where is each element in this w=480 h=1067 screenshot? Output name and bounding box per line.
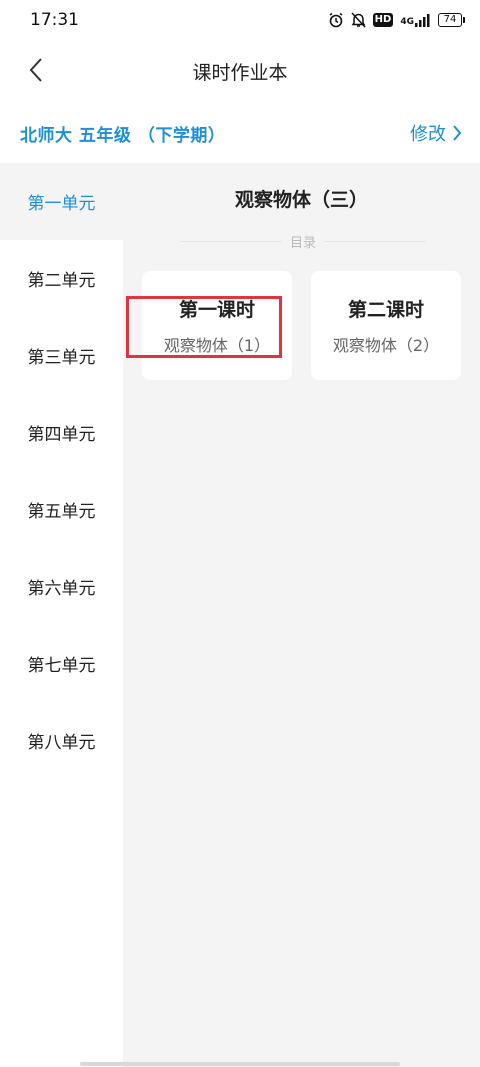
unit-sidebar: 第一单元 第二单元 第三单元 第四单元 第五单元 第六单元 第七单元 第八单元 xyxy=(0,163,123,1067)
sidebar-item-unit-4[interactable]: 第四单元 xyxy=(0,394,123,471)
lesson-card-1[interactable]: 第一课时 观察物体（1） xyxy=(142,271,292,380)
content-area: 第一单元 第二单元 第三单元 第四单元 第五单元 第六单元 第七单元 第八单元 … xyxy=(0,163,480,1067)
signal-4g-icon: 4G xyxy=(400,13,431,27)
alarm-icon xyxy=(329,12,343,28)
status-time: 17:31 xyxy=(30,10,79,30)
sidebar-item-label: 第五单元 xyxy=(27,502,96,522)
sidebar-item-unit-7[interactable]: 第七单元 xyxy=(0,625,123,702)
toc-divider: 目录 xyxy=(180,231,427,251)
toc-label: 目录 xyxy=(290,235,317,251)
sidebar-item-label: 第四单元 xyxy=(27,425,96,445)
edit-button[interactable]: 修改 xyxy=(410,120,462,146)
sidebar-item-unit-8[interactable]: 第八单元 xyxy=(0,702,123,779)
sidebar-item-label: 第八单元 xyxy=(27,733,96,753)
sidebar-item-unit-3[interactable]: 第三单元 xyxy=(0,317,123,394)
lesson-name: 第二课时 xyxy=(347,299,424,321)
sidebar-item-label: 第六单元 xyxy=(27,579,96,599)
divider-line xyxy=(180,240,282,242)
lesson-card-2[interactable]: 第二课时 观察物体（2） xyxy=(311,271,461,380)
network-type-label: 4G xyxy=(400,16,414,27)
lesson-subtitle: 观察物体（2） xyxy=(332,336,440,355)
sidebar-item-unit-5[interactable]: 第五单元 xyxy=(0,471,123,548)
status-icons: HD 4G 74 xyxy=(328,12,465,28)
sidebar-item-label: 第三单元 xyxy=(27,348,96,368)
lesson-subtitle: 观察物体（1） xyxy=(163,336,271,355)
silent-bell-icon xyxy=(351,12,366,28)
sidebar-item-unit-1[interactable]: 第一单元 xyxy=(0,163,123,240)
chevron-right-icon xyxy=(453,125,462,141)
main-panel: 观察物体（三） 目录 第一课时 观察物体（1） 第二课时 观察物体（2） xyxy=(123,163,480,1067)
sidebar-item-label: 第七单元 xyxy=(27,656,96,676)
sidebar-item-unit-6[interactable]: 第六单元 xyxy=(0,548,123,625)
book-header: 北师大 五年级 （下学期） 修改 xyxy=(0,104,480,162)
sidebar-item-unit-2[interactable]: 第二单元 xyxy=(0,240,123,317)
section-title: 观察物体（三） xyxy=(234,189,368,211)
sidebar-item-label: 第一单元 xyxy=(27,194,96,214)
lesson-name: 第一课时 xyxy=(178,299,255,321)
book-info: 北师大 五年级 （下学期） xyxy=(20,125,226,146)
page-title: 课时作业本 xyxy=(192,62,288,84)
hd-icon: HD xyxy=(372,13,394,27)
battery-icon: 74 xyxy=(438,13,465,27)
home-indicator xyxy=(80,1062,400,1066)
sidebar-item-label: 第二单元 xyxy=(27,271,96,291)
divider-line xyxy=(324,240,427,242)
nav-bar: 课时作业本 xyxy=(0,40,480,100)
edit-label: 修改 xyxy=(410,124,446,145)
status-bar: 17:31 HD 4G 74 xyxy=(0,0,480,40)
